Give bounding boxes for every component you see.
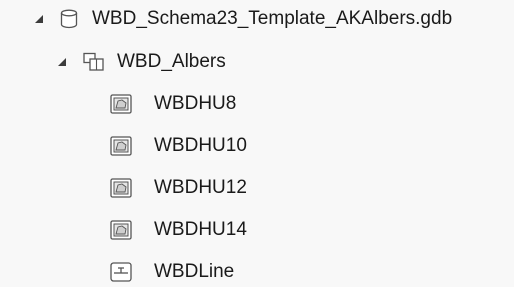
tree-node-geodatabase[interactable]: WBD_Schema23_Template_AKAlbers.gdb (0, 4, 452, 34)
polygon-feature-class-icon (110, 220, 132, 240)
tree-node-feature-class[interactable]: WBDHU8 (0, 89, 236, 119)
feature-dataset-icon (83, 52, 105, 72)
polygon-feature-class-icon (110, 94, 132, 114)
catalog-tree: WBD_Schema23_Template_AKAlbers.gdb WBD_A… (0, 0, 514, 285)
feature-class-label: WBDLine (154, 261, 235, 282)
feature-class-label: WBDHU8 (154, 93, 237, 114)
tree-node-feature-class[interactable]: WBDLine (0, 257, 234, 287)
tree-node-feature-class[interactable]: WBDHU12 (0, 173, 247, 203)
database-icon (60, 9, 78, 29)
feature-dataset-label: WBD_Albers (117, 51, 226, 72)
tree-node-feature-class[interactable]: WBDHU14 (0, 215, 247, 245)
expanded-triangle-icon[interactable] (33, 13, 45, 25)
geodatabase-label: WBD_Schema23_Template_AKAlbers.gdb (92, 8, 453, 29)
line-feature-class-icon (110, 262, 132, 282)
feature-class-label: WBDHU12 (154, 177, 247, 198)
polygon-feature-class-icon (110, 178, 132, 198)
tree-node-feature-dataset[interactable]: WBD_Albers (0, 47, 226, 77)
feature-class-label: WBDHU10 (154, 135, 247, 156)
tree-node-feature-class[interactable]: WBDHU10 (0, 131, 247, 161)
expanded-triangle-icon[interactable] (56, 56, 68, 68)
feature-class-label: WBDHU14 (154, 219, 247, 240)
polygon-feature-class-icon (110, 136, 132, 156)
